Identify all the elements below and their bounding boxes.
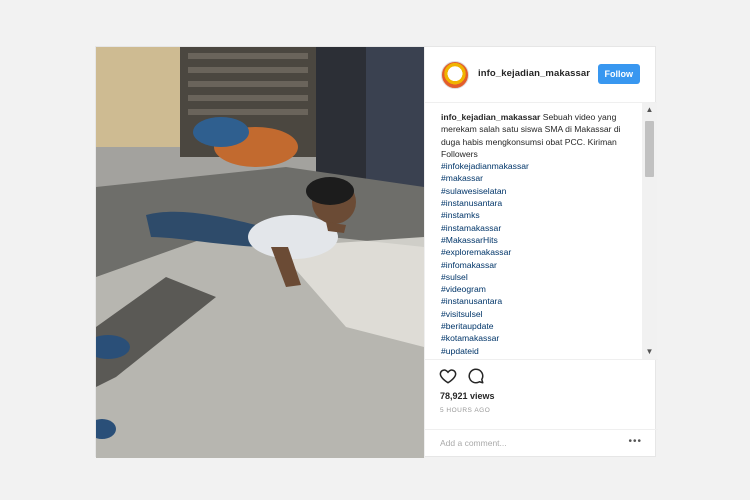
hashtag-link[interactable]: #sulawesiselatan bbox=[441, 185, 637, 197]
hashtag-link[interactable]: #videogram bbox=[441, 283, 637, 295]
caption-area: info_kejadian_makassar Sebuah video yang… bbox=[425, 103, 658, 359]
comment-row: ••• bbox=[425, 429, 658, 460]
hashtag-link[interactable]: #instanusantara bbox=[441, 295, 637, 307]
post-actions: 78,921 views 5 HOURS AGO ••• bbox=[425, 359, 658, 459]
hashtag-link[interactable]: #MakassarHits bbox=[441, 234, 637, 246]
hashtag-link[interactable]: #visitsulsel bbox=[441, 308, 637, 320]
follow-button[interactable]: Follow bbox=[597, 64, 640, 84]
hashtag-link[interactable]: #sulsel bbox=[441, 271, 637, 283]
post-header: info_kejadian_makassar Follow bbox=[425, 47, 657, 103]
heart-icon[interactable] bbox=[439, 367, 457, 385]
scroll-thumb[interactable] bbox=[645, 121, 654, 177]
video-frame bbox=[96, 47, 424, 458]
hashtag-link[interactable]: #instamakassar bbox=[441, 222, 637, 234]
username-link[interactable]: info_kejadian_makassar bbox=[478, 68, 590, 79]
view-count[interactable]: 78,921 views bbox=[440, 391, 495, 401]
scroll-up-icon[interactable]: ▲ bbox=[642, 103, 657, 117]
scroll-down-icon[interactable]: ▼ bbox=[642, 345, 657, 359]
hashtag-link[interactable]: #infomakassar bbox=[441, 259, 637, 271]
hashtag-link[interactable]: #infokejadianmakassar bbox=[441, 160, 637, 172]
hashtag-link[interactable]: #updateid bbox=[441, 345, 637, 357]
caption-scrollbar[interactable]: ▲ ▼ bbox=[642, 103, 657, 359]
post-sidebar: info_kejadian_makassar Follow info_kejad… bbox=[424, 47, 658, 459]
hashtag-link[interactable]: #instamks bbox=[441, 209, 637, 221]
caption-username[interactable]: info_kejadian_makassar bbox=[441, 112, 540, 122]
post-card: info_kejadian_makassar Follow info_kejad… bbox=[95, 46, 658, 459]
hashtag-list: #infokejadianmakassar #makassar #sulawesis… bbox=[441, 160, 637, 357]
avatar[interactable] bbox=[441, 61, 469, 89]
caption: info_kejadian_makassar Sebuah video yang… bbox=[441, 111, 637, 357]
hashtag-link[interactable]: #kotamakassar bbox=[441, 332, 637, 344]
hashtag-link[interactable]: #beritaupdate bbox=[441, 320, 637, 332]
more-options-icon[interactable]: ••• bbox=[628, 436, 642, 447]
post-video[interactable] bbox=[96, 47, 424, 458]
comment-input[interactable] bbox=[440, 438, 610, 448]
hashtag-link[interactable]: #makassar bbox=[441, 172, 637, 184]
hashtag-link[interactable]: #exploremakassar bbox=[441, 246, 637, 258]
timestamp[interactable]: 5 HOURS AGO bbox=[440, 407, 490, 414]
hashtag-link[interactable]: #instanusantara bbox=[441, 197, 637, 209]
comment-icon[interactable] bbox=[467, 367, 485, 385]
